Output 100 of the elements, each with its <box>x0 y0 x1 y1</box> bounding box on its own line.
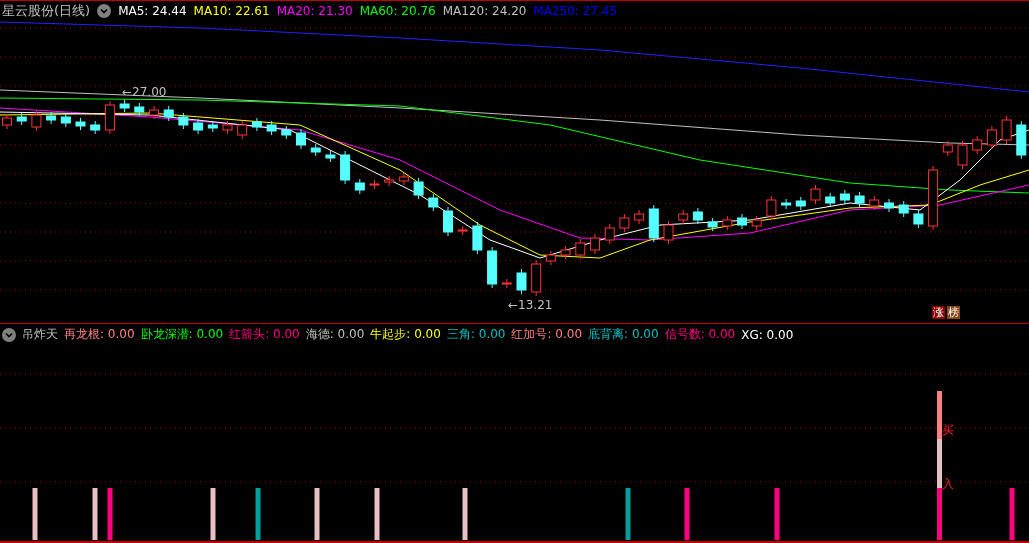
indicator-name: 吊炸天 <box>22 326 58 343</box>
candlestick <box>825 192 836 208</box>
candlestick <box>31 110 42 132</box>
candlestick <box>369 179 380 190</box>
candlestick <box>957 140 968 170</box>
candlestick <box>134 102 145 117</box>
candlestick <box>60 112 71 128</box>
candlestick <box>854 191 865 208</box>
candlestick <box>178 112 189 130</box>
stock-title: 星云股份(日线) <box>2 2 91 20</box>
candlestick <box>340 150 351 185</box>
signal-bar <box>774 488 780 540</box>
candlestick <box>398 172 409 186</box>
indicator-value: 再龙根: 0.00 <box>64 326 135 343</box>
indicator-value: 三角: 0.00 <box>446 326 506 343</box>
candlestick <box>163 105 174 122</box>
candlestick <box>722 215 733 231</box>
candlestick <box>560 245 571 260</box>
indicator-value: XG: 0.00 <box>741 327 794 342</box>
signal-bar <box>92 488 98 540</box>
indicator-value: 信号数: 0.00 <box>664 326 736 343</box>
candlestick <box>413 177 424 200</box>
candlestick <box>472 221 483 255</box>
ma-value: MA5: 24.44 <box>118 4 187 18</box>
candlestick <box>986 125 997 150</box>
ma-value: MA10: 22.61 <box>193 4 270 18</box>
signal-bar <box>1009 488 1015 540</box>
candlestick <box>384 175 395 187</box>
signal-bar <box>255 488 261 540</box>
candlestick <box>46 111 57 125</box>
candlestick <box>781 198 792 210</box>
candlestick <box>237 120 248 140</box>
candlestick <box>193 118 204 135</box>
candlestick <box>663 220 674 245</box>
candlestick <box>266 120 277 136</box>
signal-bar <box>462 488 468 540</box>
indicator-value: 牛起步: 0.00 <box>370 326 441 343</box>
ma-value: MA250: 27.45 <box>533 4 618 18</box>
candlestick <box>810 184 821 205</box>
candlestick <box>16 112 27 126</box>
candlestick <box>869 195 880 211</box>
dropdown-icon[interactable] <box>97 4 112 18</box>
limit-up-tag: 榜 <box>947 306 960 319</box>
candlestick <box>545 250 556 266</box>
candlestick <box>737 213 747 230</box>
signal-bar <box>684 488 690 540</box>
candlestick <box>281 125 292 140</box>
candlestick <box>1001 115 1012 145</box>
candlestick <box>251 117 262 132</box>
candlestick <box>516 268 527 295</box>
candlestick <box>325 150 336 163</box>
candlestick <box>487 246 498 289</box>
candlestick <box>766 195 777 221</box>
buy-marker: 入 <box>942 477 954 491</box>
indicator-value: 红加号: 0.00 <box>511 326 583 343</box>
low-price-label: ←13.21 <box>508 298 553 312</box>
signal-bar <box>210 488 216 540</box>
candlestick <box>75 117 86 131</box>
ma-value: MA120: 24.20 <box>442 4 527 18</box>
candlestick <box>457 225 468 236</box>
candlestick <box>354 178 365 195</box>
candlestick <box>972 135 983 155</box>
candlestick <box>149 105 159 120</box>
ma-value: MA60: 20.76 <box>359 4 436 18</box>
candlestick <box>898 200 909 218</box>
dropdown-icon[interactable] <box>2 327 16 342</box>
indicator-value: 海德: 0.00 <box>305 326 365 343</box>
high-price-label: ←27.00 <box>122 85 167 99</box>
candlestick <box>531 259 542 297</box>
candlestick <box>428 193 439 212</box>
candlestick <box>104 100 115 135</box>
candlestick <box>501 278 512 289</box>
ma-value: MA20: 21.30 <box>276 4 353 18</box>
buy-marker: 买 <box>942 423 954 437</box>
candlestick <box>839 189 850 205</box>
signal-bar <box>107 488 113 540</box>
candlestick <box>310 143 321 157</box>
candlestick <box>619 213 630 233</box>
candlestick <box>119 99 130 113</box>
candlestick <box>222 120 233 135</box>
candlestick <box>296 128 306 150</box>
candlestick <box>207 120 218 133</box>
candlestick <box>590 233 600 255</box>
candlestick <box>942 140 953 157</box>
indicator-value: 底背离: 0.00 <box>588 326 659 343</box>
candlestick <box>443 206 453 237</box>
signal-bar <box>625 488 631 540</box>
candlestick <box>928 165 939 231</box>
signal-bar <box>314 488 320 540</box>
candlestick <box>648 204 659 243</box>
candlestick <box>707 217 718 232</box>
limit-up-tag: 涨 <box>932 306 945 319</box>
candlestick <box>692 207 703 225</box>
signal-bar <box>32 488 38 540</box>
indicator-value: 卧龙深潜: 0.00 <box>140 326 224 343</box>
candlestick <box>913 209 924 229</box>
candlestick <box>678 209 689 225</box>
candlestick <box>604 223 615 245</box>
candlestick <box>1016 120 1027 160</box>
candlestick <box>90 120 101 135</box>
